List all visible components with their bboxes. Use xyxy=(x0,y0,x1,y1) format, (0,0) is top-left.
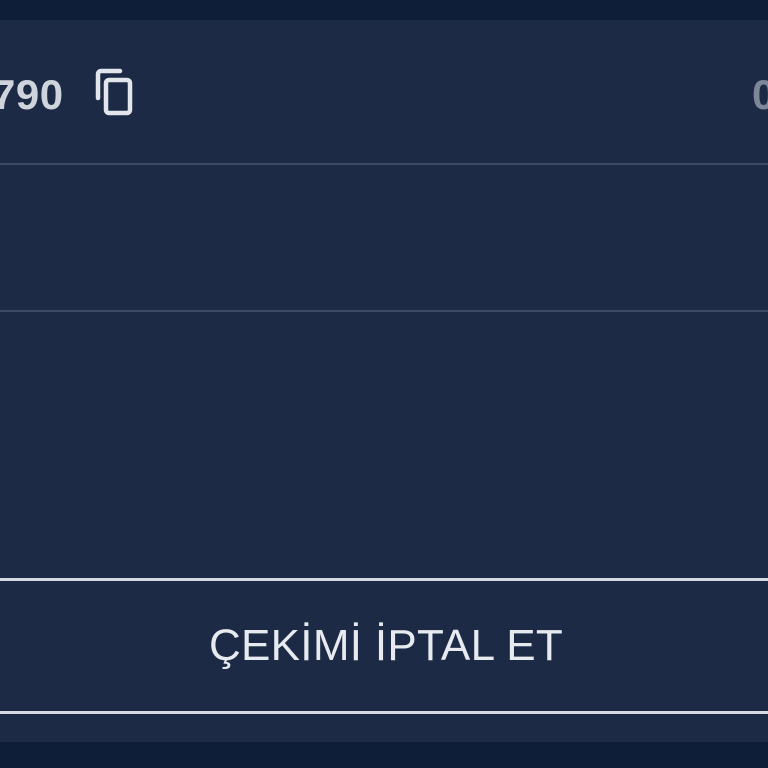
screen: 790 0 ÇEKİMİ İPTAL ET xyxy=(0,0,768,768)
cancel-withdrawal-button[interactable]: ÇEKİMİ İPTAL ET xyxy=(0,578,768,714)
transaction-id-row: 790 0 xyxy=(0,20,768,164)
copy-icon[interactable] xyxy=(90,68,136,118)
copy-icon-graphic xyxy=(95,68,133,116)
withdrawal-card: 790 0 ÇEKİMİ İPTAL ET xyxy=(0,20,768,742)
transaction-amount-partial: 0 xyxy=(752,71,768,118)
transaction-id: 790 xyxy=(0,71,64,118)
row-divider xyxy=(0,310,768,312)
detail-row xyxy=(0,165,768,310)
cancel-withdrawal-label: ÇEKİMİ İPTAL ET xyxy=(208,621,564,670)
